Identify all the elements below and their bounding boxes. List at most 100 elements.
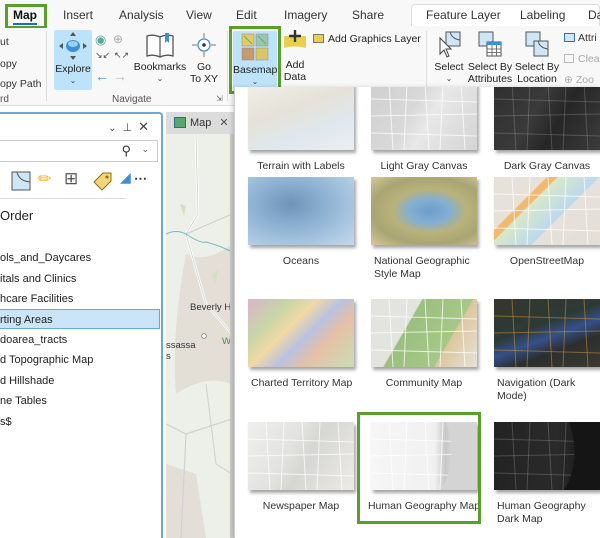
chevron-down-icon: ⌄ bbox=[69, 76, 77, 85]
tab-data[interactable]: Da bbox=[588, 8, 600, 22]
zoom-to-selection-icon[interactable]: ⊕ bbox=[113, 32, 123, 46]
basemap-item-label: Oceans bbox=[282, 255, 320, 267]
list-by-labeling-tag-icon[interactable] bbox=[91, 170, 113, 192]
more-options-icon[interactable]: ⋯ bbox=[134, 171, 147, 187]
tab-labeling[interactable]: Labeling bbox=[520, 8, 565, 22]
go-to-xy-label-1: Go bbox=[196, 61, 211, 73]
graphics-layer-icon bbox=[313, 34, 324, 43]
select-by-attributes-label-2: Attributes bbox=[467, 73, 513, 85]
thumbnail-detail bbox=[494, 177, 600, 245]
zoom-to-selection-button[interactable]: ⊕ Zoo bbox=[564, 74, 594, 86]
layer-item[interactable]: hcare Facilities bbox=[0, 289, 160, 309]
tab-analysis[interactable]: Analysis bbox=[119, 8, 164, 22]
dialog-launcher-icon[interactable]: ⇲ bbox=[216, 94, 223, 103]
basemap-item-lightgray[interactable]: Light Gray Canvas bbox=[366, 87, 482, 173]
layer-item[interactable]: ne Tables bbox=[0, 391, 160, 411]
previous-extent-icon[interactable]: ← bbox=[95, 68, 109, 84]
basemap-item-darkgray[interactable]: Dark Gray Canvas bbox=[489, 87, 600, 173]
add-data-button[interactable]: Add Data ⌄ bbox=[280, 30, 310, 95]
basemap-item-label: Charted Territory Map bbox=[251, 377, 353, 389]
copy-path-button[interactable]: opy Path bbox=[0, 78, 41, 90]
select-by-location-button[interactable]: Select By Location bbox=[514, 30, 560, 90]
explore-button[interactable]: Explore ⌄ bbox=[54, 30, 92, 90]
basemap-item-label: Navigation (Dark Mode) bbox=[497, 377, 576, 402]
explore-label: Explore bbox=[55, 63, 91, 75]
pane-options-chevron-icon[interactable]: ⌄ bbox=[108, 123, 122, 134]
tab-view[interactable]: View bbox=[186, 8, 212, 22]
fixed-zoom-in-icon[interactable]: ↘↙ bbox=[95, 50, 110, 61]
map-label: s bbox=[166, 351, 171, 362]
close-icon[interactable]: ✕ bbox=[138, 119, 155, 134]
map-label: Beverly Hil bbox=[190, 302, 232, 313]
basemap-item-label: Light Gray Canvas bbox=[380, 160, 468, 172]
tab-edit[interactable]: Edit bbox=[236, 8, 257, 22]
list-by-snapping-icon[interactable]: ⊞ bbox=[64, 169, 78, 189]
chevron-down-icon[interactable]: ⌄ bbox=[141, 144, 149, 155]
navigate-group-label: Navigate bbox=[112, 94, 152, 105]
cut-button[interactable]: ut bbox=[0, 36, 9, 48]
map-view-tab[interactable]: Map ✕ bbox=[166, 112, 234, 134]
tab-insert[interactable]: Insert bbox=[63, 8, 93, 22]
basemap-item-newspaper[interactable]: Newspaper Map bbox=[243, 422, 359, 513]
basemap-thumbnail bbox=[371, 177, 477, 245]
basemap-item-humangeodark[interactable]: Human Geography Dark Map bbox=[489, 422, 600, 526]
tab-feature-layer[interactable]: Feature Layer bbox=[426, 8, 501, 22]
layer-item[interactable]: s$ bbox=[0, 412, 160, 432]
select-by-location-icon bbox=[525, 31, 549, 57]
search-icon: ⚲ bbox=[121, 143, 131, 158]
next-extent-icon[interactable]: → bbox=[113, 68, 127, 84]
basemap-item-terrain[interactable]: Terrain with Labels bbox=[243, 87, 359, 173]
basemap-item-osm[interactable]: OpenStreetMap bbox=[489, 177, 600, 268]
full-extent-globe-icon[interactable]: ◉ bbox=[95, 32, 106, 48]
attributes-button[interactable]: Attri bbox=[564, 32, 597, 44]
map-tab-label: Map bbox=[190, 117, 212, 129]
basemap-item-label: Human Geography Dark Map bbox=[497, 500, 586, 525]
list-by-perspective-icon[interactable]: ◢ bbox=[120, 169, 131, 186]
layer-item[interactable]: doarea_tracts bbox=[0, 330, 160, 350]
go-to-xy-button[interactable]: Go To XY bbox=[186, 30, 222, 90]
copy-button[interactable]: opy bbox=[0, 58, 17, 70]
select-icon bbox=[439, 31, 461, 58]
clear-label: Clea bbox=[578, 53, 600, 65]
map-icon bbox=[174, 117, 186, 128]
layer-item[interactable]: ols_and_Daycares bbox=[0, 248, 160, 268]
basemap-item-charted[interactable]: Charted Territory Map bbox=[243, 299, 359, 390]
pin-icon[interactable]: ⊥ bbox=[123, 122, 139, 134]
basemap-thumbnail bbox=[371, 87, 477, 150]
add-graphics-layer-button[interactable]: Add Graphics Layer bbox=[313, 33, 421, 45]
thumbnail-detail bbox=[494, 422, 600, 490]
clear-selection-button[interactable]: Clea bbox=[564, 53, 600, 65]
layer-item-selected[interactable]: rting Areas bbox=[0, 309, 160, 329]
clipboard-group-label: rd bbox=[0, 94, 9, 105]
basemap-thumbnail bbox=[494, 422, 600, 490]
add-data-label-1: Add bbox=[285, 59, 305, 71]
close-icon[interactable]: ✕ bbox=[219, 117, 228, 129]
basemap-item-natgeo[interactable]: National Geographic Style Map bbox=[366, 177, 482, 281]
layer-item[interactable]: d Topographic Map bbox=[0, 350, 160, 370]
basemap-item-community[interactable]: Community Map bbox=[366, 299, 482, 390]
layer-item[interactable]: d Hillshade bbox=[0, 371, 160, 391]
bookmarks-button[interactable]: Bookmarks ⌄ bbox=[132, 30, 188, 90]
basemap-item-navdark[interactable]: Navigation (Dark Mode) bbox=[489, 299, 600, 403]
list-by-editing-pencil-icon[interactable]: ✏ bbox=[38, 169, 51, 189]
go-to-xy-label-2: To XY bbox=[189, 73, 218, 85]
select-button[interactable]: Select ⌄ bbox=[432, 30, 466, 90]
map-tab-highlight bbox=[5, 4, 47, 29]
map-canvas[interactable]: Beverly Hil ssassa s Wi bbox=[166, 134, 232, 538]
list-by-selection-icon[interactable] bbox=[11, 171, 31, 191]
search-input[interactable]: ⚲ ⌄ bbox=[0, 140, 158, 162]
thumbnail-detail bbox=[371, 299, 477, 367]
basemap-item-oceans[interactable]: Oceans bbox=[243, 177, 359, 268]
select-by-attributes-button[interactable]: Select By Attributes bbox=[466, 30, 514, 90]
layer-item[interactable]: itals and Clinics bbox=[0, 269, 160, 289]
thumbnail-detail bbox=[371, 177, 477, 245]
fixed-zoom-out-icon[interactable]: ↖↗ bbox=[114, 50, 129, 61]
thumbnail-detail bbox=[494, 87, 600, 150]
divider bbox=[0, 198, 125, 199]
tab-imagery[interactable]: Imagery bbox=[284, 8, 327, 22]
basemap-item-label: Terrain with Labels bbox=[257, 160, 345, 172]
thumbnail-detail bbox=[494, 299, 600, 367]
tab-share[interactable]: Share bbox=[352, 8, 384, 22]
thumbnail-detail bbox=[248, 422, 354, 490]
bookmarks-book-icon bbox=[146, 33, 174, 58]
